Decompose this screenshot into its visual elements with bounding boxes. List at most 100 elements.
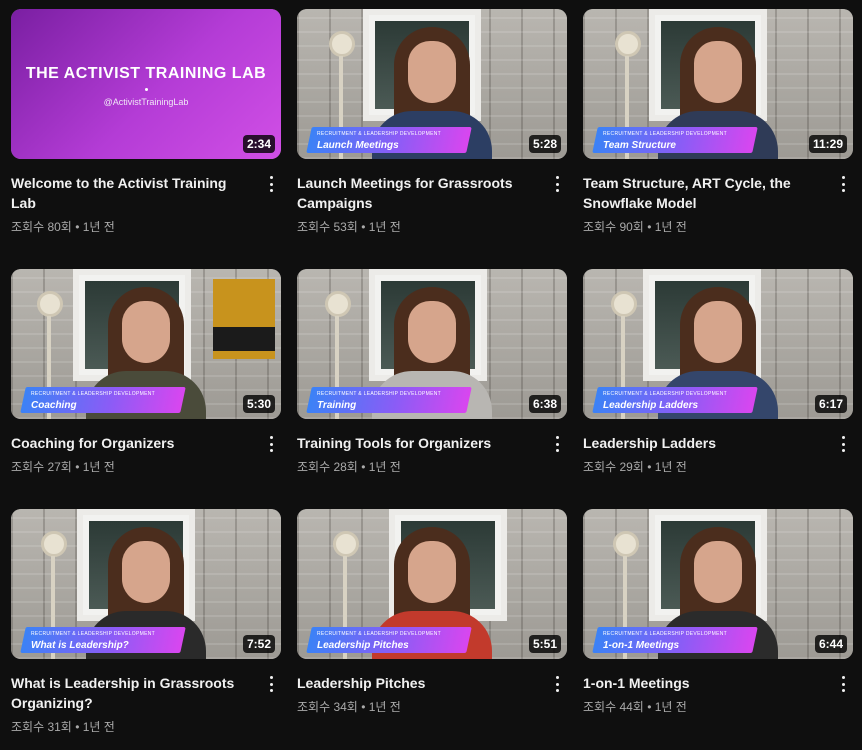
more-vert-icon[interactable] bbox=[835, 675, 851, 693]
video-card[interactable]: THE ACTIVIST TRAINING LAB @ActivistTrain… bbox=[11, 9, 281, 269]
video-card[interactable]: RECRUITMENT & LEADERSHIP DEVELOPMENT Wha… bbox=[11, 509, 281, 750]
video-meta: Leadership Pitches 조회수 34회 • 1년 전 bbox=[297, 673, 567, 715]
video-thumbnail[interactable]: RECRUITMENT & LEADERSHIP DEVELOPMENT Lea… bbox=[297, 509, 567, 659]
separator-dot: • bbox=[75, 720, 80, 734]
banner-series-label: RECRUITMENT & LEADERSHIP DEVELOPMENT bbox=[317, 131, 441, 137]
banner-series-label: RECRUITMENT & LEADERSHIP DEVELOPMENT bbox=[317, 631, 441, 637]
banner-series-label: RECRUITMENT & LEADERSHIP DEVELOPMENT bbox=[31, 631, 155, 637]
duration-badge: 5:28 bbox=[528, 135, 561, 153]
video-stats: 조회수 29회 • 1년 전 bbox=[583, 458, 823, 475]
video-stats: 조회수 80회 • 1년 전 bbox=[11, 218, 251, 235]
wall-lamp bbox=[615, 31, 641, 159]
separator-dot: • bbox=[361, 700, 366, 714]
video-title[interactable]: Team Structure, ART Cycle, the Snowflake… bbox=[583, 173, 823, 213]
separator-dot: • bbox=[647, 220, 652, 234]
channel-title-card: THE ACTIVIST TRAINING LAB @ActivistTrain… bbox=[11, 9, 281, 159]
banner-title: Coaching bbox=[31, 400, 77, 411]
video-title[interactable]: Launch Meetings for Grassroots Campaigns bbox=[297, 173, 537, 213]
wall-lamp bbox=[611, 291, 637, 419]
video-thumbnail[interactable]: RECRUITMENT & LEADERSHIP DEVELOPMENT Lau… bbox=[297, 9, 567, 159]
upload-age: 1년 전 bbox=[654, 700, 687, 714]
view-count: 조회수 27회 bbox=[11, 460, 72, 474]
video-card[interactable]: RECRUITMENT & LEADERSHIP DEVELOPMENT Coa… bbox=[11, 269, 281, 509]
duration-badge: 6:44 bbox=[814, 635, 847, 653]
banner-series-label: RECRUITMENT & LEADERSHIP DEVELOPMENT bbox=[603, 131, 727, 137]
banner-series-label: RECRUITMENT & LEADERSHIP DEVELOPMENT bbox=[603, 391, 727, 397]
banner-title: Training bbox=[317, 400, 357, 411]
banner-title: Team Structure bbox=[603, 140, 676, 151]
video-title[interactable]: What is Leadership in Grassroots Organiz… bbox=[11, 673, 251, 713]
book-cover-image bbox=[213, 279, 275, 359]
upload-age: 1년 전 bbox=[82, 720, 115, 734]
more-vert-icon[interactable] bbox=[835, 175, 851, 193]
view-count: 조회수 53회 bbox=[297, 220, 358, 234]
banner-title: Leadership Pitches bbox=[317, 640, 409, 651]
video-thumbnail[interactable]: RECRUITMENT & LEADERSHIP DEVELOPMENT Lea… bbox=[583, 269, 853, 419]
upload-age: 1년 전 bbox=[654, 460, 687, 474]
wall-lamp bbox=[325, 291, 351, 419]
duration-badge: 6:17 bbox=[814, 395, 847, 413]
upload-age: 1년 전 bbox=[368, 460, 401, 474]
video-thumbnail[interactable]: RECRUITMENT & LEADERSHIP DEVELOPMENT 1-o… bbox=[583, 509, 853, 659]
video-thumbnail[interactable]: RECRUITMENT & LEADERSHIP DEVELOPMENT Tra… bbox=[297, 269, 567, 419]
video-card[interactable]: RECRUITMENT & LEADERSHIP DEVELOPMENT Lea… bbox=[583, 269, 853, 509]
more-vert-icon[interactable] bbox=[549, 675, 565, 693]
view-count: 조회수 44회 bbox=[583, 700, 644, 714]
video-stats: 조회수 34회 • 1년 전 bbox=[297, 698, 537, 715]
separator-dot: • bbox=[361, 220, 366, 234]
more-vert-icon[interactable] bbox=[263, 675, 279, 693]
duration-badge: 11:29 bbox=[808, 135, 847, 153]
video-thumbnail[interactable]: RECRUITMENT & LEADERSHIP DEVELOPMENT Wha… bbox=[11, 509, 281, 659]
video-title[interactable]: 1-on-1 Meetings bbox=[583, 673, 823, 693]
more-vert-icon[interactable] bbox=[549, 175, 565, 193]
wall-lamp bbox=[37, 291, 63, 419]
video-title[interactable]: Welcome to the Activist Training Lab bbox=[11, 173, 251, 213]
video-card[interactable]: RECRUITMENT & LEADERSHIP DEVELOPMENT Lau… bbox=[297, 9, 567, 269]
view-count: 조회수 28회 bbox=[297, 460, 358, 474]
video-card[interactable]: RECRUITMENT & LEADERSHIP DEVELOPMENT Tra… bbox=[297, 269, 567, 509]
video-thumbnail[interactable]: THE ACTIVIST TRAINING LAB @ActivistTrain… bbox=[11, 9, 281, 159]
video-title[interactable]: Coaching for Organizers bbox=[11, 433, 251, 453]
banner-title: What is Leadership? bbox=[31, 640, 129, 651]
video-stats: 조회수 90회 • 1년 전 bbox=[583, 218, 823, 235]
view-count: 조회수 31회 bbox=[11, 720, 72, 734]
duration-badge: 5:30 bbox=[242, 395, 275, 413]
video-meta: What is Leadership in Grassroots Organiz… bbox=[11, 673, 281, 735]
video-stats: 조회수 44회 • 1년 전 bbox=[583, 698, 823, 715]
banner-series-label: RECRUITMENT & LEADERSHIP DEVELOPMENT bbox=[31, 391, 155, 397]
view-count: 조회수 90회 bbox=[583, 220, 644, 234]
wall-lamp bbox=[329, 31, 355, 159]
video-thumbnail[interactable]: RECRUITMENT & LEADERSHIP DEVELOPMENT Tea… bbox=[583, 9, 853, 159]
wall-lamp bbox=[41, 531, 67, 659]
video-stats: 조회수 31회 • 1년 전 bbox=[11, 718, 251, 735]
more-vert-icon[interactable] bbox=[835, 435, 851, 453]
separator-dot: • bbox=[75, 460, 80, 474]
video-meta: Launch Meetings for Grassroots Campaigns… bbox=[297, 173, 567, 235]
upload-age: 1년 전 bbox=[654, 220, 687, 234]
video-meta: Leadership Ladders 조회수 29회 • 1년 전 bbox=[583, 433, 853, 475]
upload-age: 1년 전 bbox=[368, 220, 401, 234]
video-grid: THE ACTIVIST TRAINING LAB @ActivistTrain… bbox=[0, 0, 862, 741]
duration-badge: 2:34 bbox=[242, 135, 275, 153]
upload-age: 1년 전 bbox=[82, 460, 115, 474]
more-vert-icon[interactable] bbox=[263, 175, 279, 193]
video-title[interactable]: Training Tools for Organizers bbox=[297, 433, 537, 453]
video-meta: Training Tools for Organizers 조회수 28회 • … bbox=[297, 433, 567, 475]
banner-series-label: RECRUITMENT & LEADERSHIP DEVELOPMENT bbox=[317, 391, 441, 397]
banner-title: 1-on-1 Meetings bbox=[603, 640, 680, 651]
upload-age: 1년 전 bbox=[368, 700, 401, 714]
video-card[interactable]: RECRUITMENT & LEADERSHIP DEVELOPMENT Tea… bbox=[583, 9, 853, 269]
title-card-handle: @ActivistTrainingLab bbox=[103, 97, 189, 107]
separator-dot: • bbox=[647, 460, 652, 474]
duration-badge: 6:38 bbox=[528, 395, 561, 413]
video-title[interactable]: Leadership Pitches bbox=[297, 673, 537, 693]
more-vert-icon[interactable] bbox=[263, 435, 279, 453]
video-card[interactable]: RECRUITMENT & LEADERSHIP DEVELOPMENT 1-o… bbox=[583, 509, 853, 750]
video-meta: Welcome to the Activist Training Lab 조회수… bbox=[11, 173, 281, 235]
more-vert-icon[interactable] bbox=[549, 435, 565, 453]
video-card[interactable]: RECRUITMENT & LEADERSHIP DEVELOPMENT Lea… bbox=[297, 509, 567, 750]
video-title[interactable]: Leadership Ladders bbox=[583, 433, 823, 453]
video-thumbnail[interactable]: RECRUITMENT & LEADERSHIP DEVELOPMENT Coa… bbox=[11, 269, 281, 419]
separator-dot: • bbox=[647, 700, 652, 714]
video-meta: Coaching for Organizers 조회수 27회 • 1년 전 bbox=[11, 433, 281, 475]
